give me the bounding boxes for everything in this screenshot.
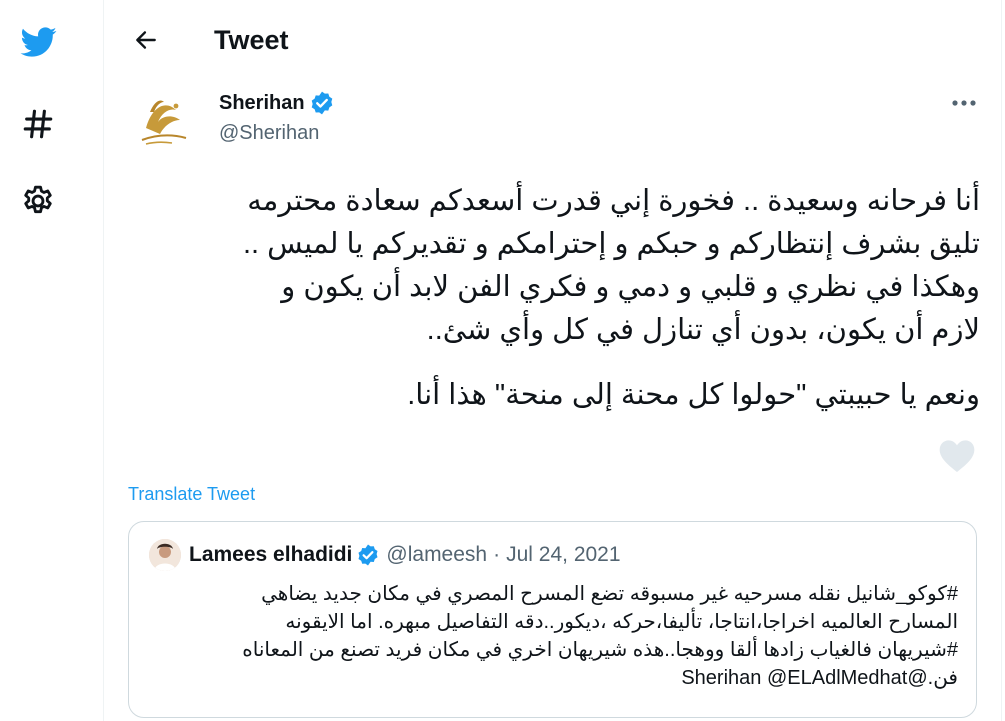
author-name-text: Sherihan	[219, 92, 305, 114]
quoted-tweet[interactable]: Lamees elhadidi @lameesh · Jul 24, 2021 …	[128, 521, 977, 718]
back-arrow-icon	[136, 31, 156, 49]
quoted-line: #كوكو_شانيل نقله مسرحيه غير مسبوقه تضع ا…	[261, 583, 958, 605]
tweet-column: Tweet Sherihan @Sherihan أنا فرحانه وسعي…	[104, 0, 1002, 721]
verified-badge-icon	[358, 544, 378, 566]
quoted-author-handle: @lameesh	[386, 543, 488, 566]
page-title: Tweet	[214, 25, 289, 55]
sherihan-logo-icon	[141, 100, 187, 145]
translate-tweet-link[interactable]: Translate Tweet	[128, 483, 255, 505]
author-avatar[interactable]	[132, 88, 196, 152]
tweet-line: ونعم يا حبيبتي "حولوا كل محنة إلى منحة" …	[407, 379, 980, 411]
gear-icon	[24, 185, 52, 214]
verified-badge-icon	[311, 91, 332, 115]
more-icon	[952, 100, 976, 106]
tweet-text: أنا فرحانه وسعيدة .. فخورة إني قدرت أسعد…	[128, 180, 980, 417]
twitter-bird-icon	[20, 27, 57, 57]
author-name[interactable]: Sherihan	[219, 90, 335, 116]
person-avatar-icon	[149, 539, 181, 571]
settings-link[interactable]	[14, 177, 62, 225]
tweet-line: تليق بشرف إنتظاركم و حبكم و إحترامكم و ت…	[243, 228, 980, 260]
quoted-author-avatar	[149, 539, 181, 571]
author-handle[interactable]: @Sherihan	[219, 120, 319, 146]
hashtag-icon	[23, 109, 53, 139]
quoted-line: المسارح العالميه اخراجا،انتاجا، تأليفا،ح…	[285, 611, 958, 633]
meta-separator: ·	[493, 543, 501, 566]
more-options-button[interactable]	[942, 88, 986, 118]
left-nav-rail	[0, 0, 104, 721]
quoted-line: #شيريهان فالغياب زادها ألقا ووهجا..هذه ش…	[242, 639, 958, 661]
tweet-line: وهكذا في نظري و قلبي و دمي و فكري الفن ل…	[281, 271, 980, 303]
quoted-tweet-text: #كوكو_شانيل نقله مسرحيه غير مسبوقه تضع ا…	[146, 580, 958, 692]
quoted-tweet-header: Lamees elhadidi @lameesh · Jul 24, 2021	[189, 542, 621, 568]
twitter-home-link[interactable]	[14, 18, 62, 66]
quoted-line: فن.@Sherihan @ELAdlMedhat	[681, 667, 958, 689]
explore-link[interactable]	[14, 100, 62, 148]
quoted-author-name: Lamees elhadidi	[189, 543, 353, 566]
back-button[interactable]	[128, 22, 164, 58]
column-divider-right	[1001, 0, 1002, 721]
quoted-tweet-date: Jul 24, 2021	[506, 543, 621, 566]
tweet-line: أنا فرحانه وسعيدة .. فخورة إني قدرت أسعد…	[247, 185, 980, 217]
tweet-line: لازم أن يكون، بدون أي تنازل في كل وأي شئ…	[426, 314, 980, 346]
heart-icon	[939, 440, 975, 472]
page-header: Tweet	[104, 0, 1002, 80]
